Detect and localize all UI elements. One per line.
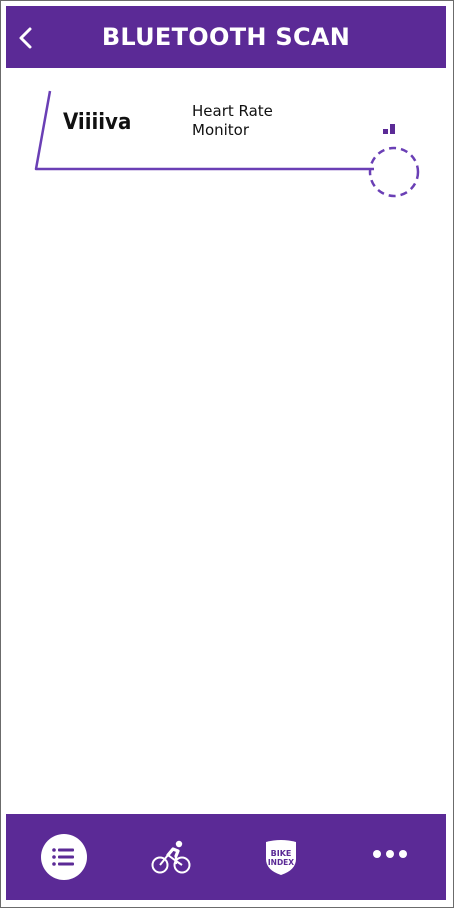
device-type-line-1: Heart Rate (192, 102, 273, 120)
bike-index-icon: BIKE INDEX (266, 840, 296, 875)
bottom-navigation: BIKE INDEX (6, 814, 446, 900)
nav-item-more[interactable] (351, 814, 431, 900)
nav-item-bike-index[interactable]: BIKE INDEX (241, 814, 321, 900)
nav-item-list[interactable] (22, 814, 102, 900)
list-icon (41, 834, 87, 880)
page-title: BLUETOOTH SCAN (101, 23, 351, 51)
device-list-item[interactable]: Viiiiva Heart Rate Monitor (32, 88, 432, 200)
cyclist-icon (151, 840, 191, 874)
app-screen: BLUETOOTH SCAN Viiiiva Heart Rate Monito… (0, 0, 454, 908)
bike-index-label-line-2: INDEX (268, 858, 294, 867)
signal-strength-icon (383, 124, 395, 134)
device-list: Viiiiva Heart Rate Monitor (6, 68, 446, 814)
device-name: Viiiiva (63, 110, 132, 135)
bike-index-label-line-1: BIKE (271, 849, 292, 858)
dashed-circle-icon[interactable] (368, 146, 420, 198)
app-header: BLUETOOTH SCAN (6, 6, 446, 68)
device-type-line-2: Monitor (192, 121, 250, 139)
more-dots-icon (373, 850, 407, 858)
nav-item-ride[interactable] (131, 814, 211, 900)
device-type: Heart Rate Monitor (192, 102, 302, 140)
